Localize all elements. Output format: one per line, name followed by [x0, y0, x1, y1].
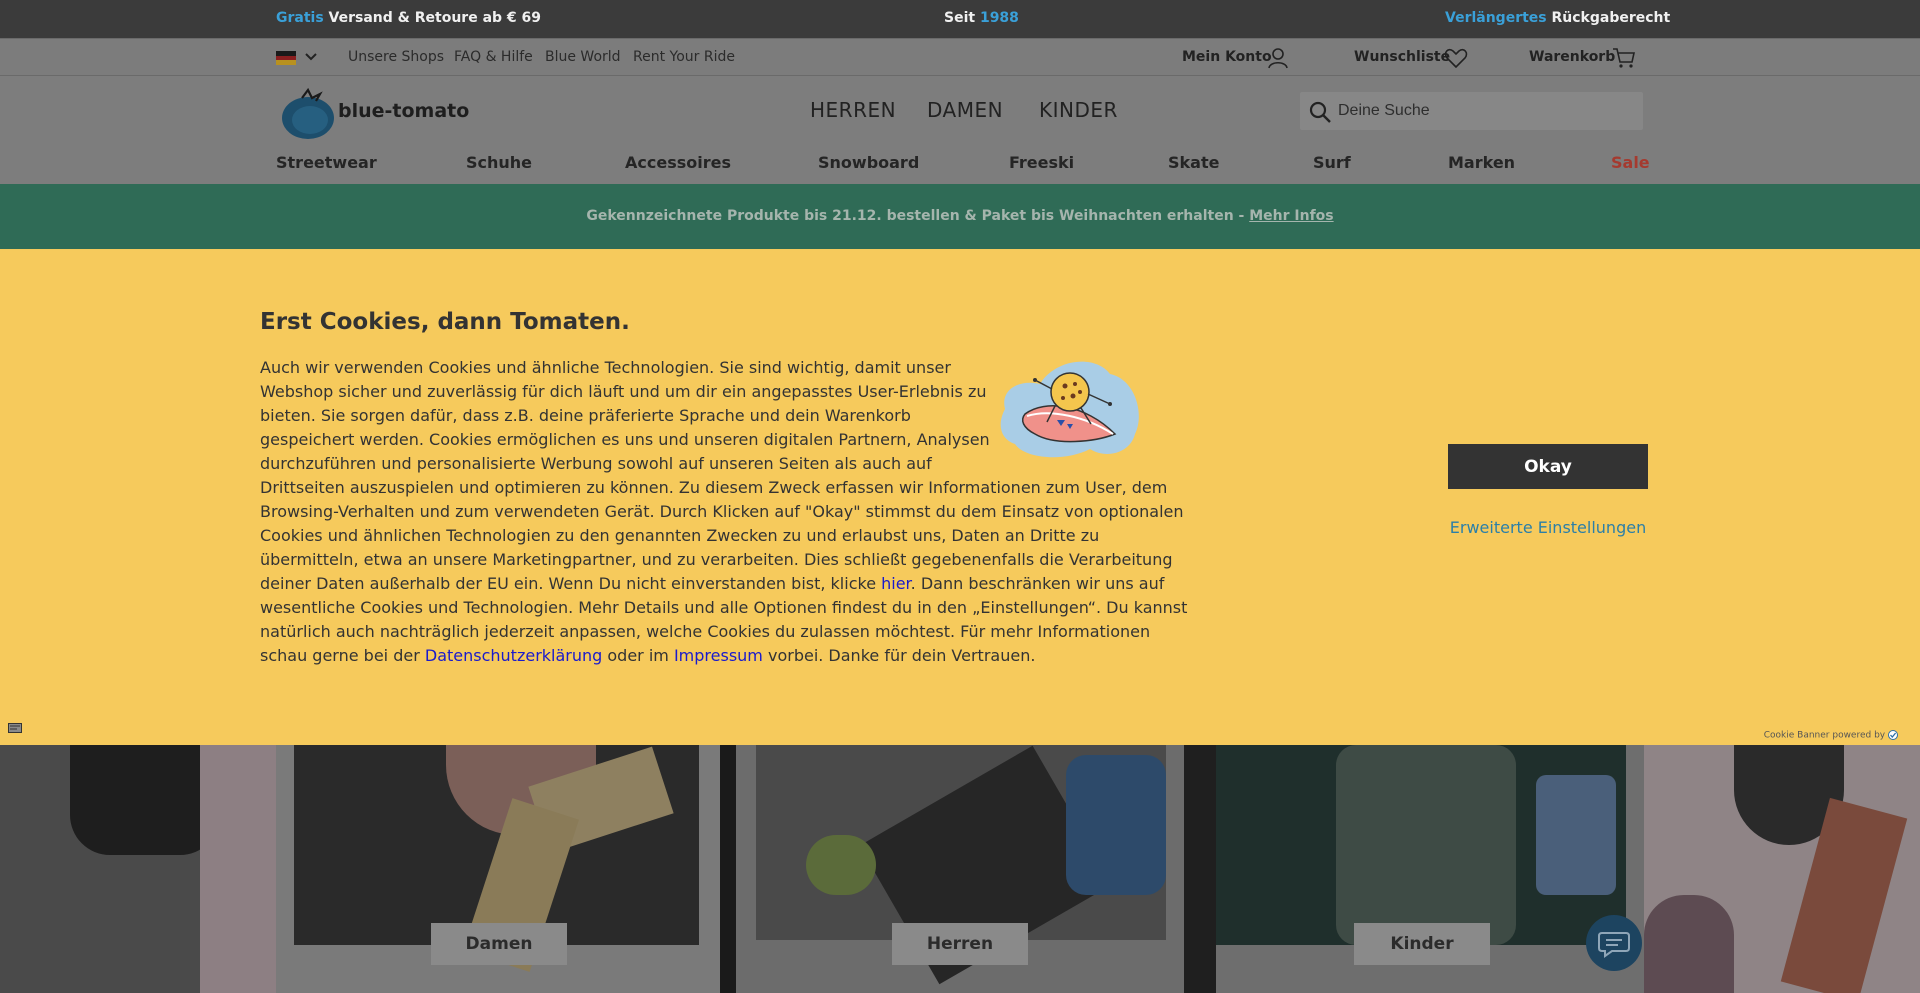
privacy-policy-link[interactable]: Datenschutzerklärung — [425, 646, 602, 665]
category-freeski[interactable]: Freeski — [1009, 153, 1074, 172]
account-link[interactable]: Mein Konto — [1182, 49, 1272, 65]
damen-button[interactable]: Damen — [431, 923, 567, 965]
promo-more-info-link[interactable]: Mehr Infos — [1249, 208, 1333, 224]
nav-herren[interactable]: HERREN — [810, 98, 896, 122]
cookie-settings-icon[interactable] — [8, 723, 22, 733]
right-edge-image — [1644, 745, 1920, 993]
left-edge-image — [0, 745, 276, 993]
logo-text[interactable]: blue-tomato — [338, 100, 469, 122]
category-surf[interactable]: Surf — [1313, 153, 1351, 172]
cookie-title: Erst Cookies, dann Tomaten. — [260, 309, 630, 335]
chevron-down-icon[interactable] — [304, 50, 318, 64]
chat-button[interactable] — [1586, 915, 1642, 971]
top-info-bar: Gratis Versand & Retoure ab € 69 Seit 19… — [0, 0, 1920, 38]
search-box[interactable] — [1300, 92, 1643, 130]
shipping-info: Gratis Versand & Retoure ab € 69 — [276, 10, 542, 26]
cookie-powered-by: Cookie Banner powered by — [1764, 730, 1898, 741]
cookie-surfboard-illustration-icon — [1000, 361, 1139, 458]
tile-kinder[interactable]: Kinder — [1216, 745, 1644, 993]
herren-button[interactable]: Herren — [892, 923, 1028, 965]
link-blue-world[interactable]: Blue World — [545, 49, 621, 65]
cookie-refuse-link[interactable]: hier — [881, 574, 911, 593]
promo-banner: Gekennzeichnete Produkte bis 21.12. best… — [0, 184, 1920, 249]
category-skate[interactable]: Skate — [1168, 153, 1219, 172]
divider — [1184, 745, 1216, 993]
user-icon[interactable] — [1267, 47, 1289, 69]
cart-link[interactable]: Warenkorb — [1529, 49, 1615, 65]
cookie-banner: Erst Cookies, dann Tomaten. Auch wir ver… — [0, 249, 1920, 745]
advanced-settings-link[interactable]: Erweiterte Einstellungen — [1448, 518, 1648, 537]
nav-damen[interactable]: DAMEN — [927, 98, 1003, 122]
cart-icon[interactable] — [1612, 47, 1636, 69]
promo-text: Gekennzeichnete Produkte bis 21.12. best… — [586, 208, 1250, 224]
category-marken[interactable]: Marken — [1448, 153, 1515, 172]
since-info: Seit 1988 — [944, 10, 1019, 26]
divider — [720, 745, 736, 993]
return-info: Verlängertes Rückgaberecht — [1445, 10, 1671, 26]
category-sale[interactable]: Sale — [1611, 153, 1650, 172]
nav-kinder[interactable]: KINDER — [1039, 98, 1118, 122]
germany-flag-icon[interactable] — [276, 51, 296, 65]
link-rent-your-ride[interactable]: Rent Your Ride — [633, 49, 735, 65]
category-streetwear[interactable]: Streetwear — [276, 153, 377, 172]
link-faq-hilfe[interactable]: FAQ & Hilfe — [454, 49, 533, 65]
main-header: blue-tomato HERREN DAMEN KINDER Streetwe… — [0, 76, 1920, 184]
tile-damen[interactable]: Damen — [276, 745, 720, 993]
search-input[interactable] — [1338, 92, 1638, 130]
wishlist-link[interactable]: Wunschliste — [1354, 49, 1450, 65]
category-schuhe[interactable]: Schuhe — [466, 153, 532, 172]
search-icon[interactable] — [1308, 100, 1332, 124]
chat-bubble-icon — [1598, 932, 1630, 958]
category-snowboard[interactable]: Snowboard — [818, 153, 919, 172]
kinder-button[interactable]: Kinder — [1354, 923, 1490, 965]
utility-bar: Unsere Shops FAQ & Hilfe Blue World Rent… — [0, 38, 1920, 76]
category-accessoires[interactable]: Accessoires — [625, 153, 731, 172]
check-badge-icon — [1888, 730, 1898, 740]
okay-button[interactable]: Okay — [1448, 444, 1648, 489]
heart-icon[interactable] — [1444, 48, 1468, 68]
tile-herren[interactable]: Herren — [736, 745, 1184, 993]
link-unsere-shops[interactable]: Unsere Shops — [348, 49, 444, 65]
imprint-link[interactable]: Impressum — [674, 646, 763, 665]
